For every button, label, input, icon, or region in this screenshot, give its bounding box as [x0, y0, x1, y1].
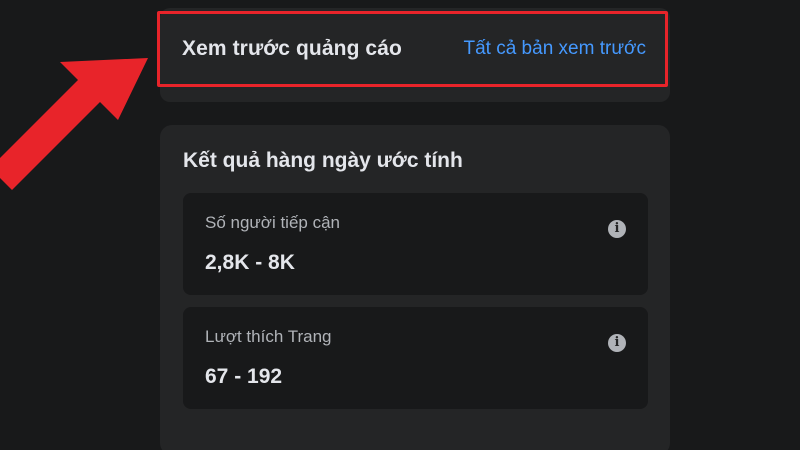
- info-icon[interactable]: i: [608, 220, 626, 238]
- results-title: Kết quả hàng ngày ước tính: [183, 149, 463, 172]
- ad-preview-title: Xem trước quảng cáo: [182, 37, 402, 60]
- metric-page-likes-label: Lượt thích Trang: [205, 327, 332, 346]
- metric-reach-value: 2,8K - 8K: [205, 251, 295, 274]
- metric-reach: Số người tiếp cận 2,8K - 8K i: [183, 193, 648, 295]
- ad-preview-header-highlight: Xem trước quảng cáo Tất cả bản xem trước: [157, 11, 668, 87]
- red-arrow-annotation: [0, 58, 148, 190]
- metric-reach-label: Số người tiếp cận: [205, 213, 340, 232]
- metric-page-likes-value: 67 - 192: [205, 365, 283, 388]
- metric-page-likes: Lượt thích Trang 67 - 192 i: [183, 307, 648, 409]
- estimated-daily-results-card: Kết quả hàng ngày ước tính Số người tiếp…: [160, 125, 670, 450]
- info-icon[interactable]: i: [608, 334, 626, 352]
- all-previews-link[interactable]: Tất cả bản xem trước: [463, 38, 646, 60]
- ads-manager-panel: Xem trước quảng cáo Tất cả bản xem trước…: [0, 0, 800, 450]
